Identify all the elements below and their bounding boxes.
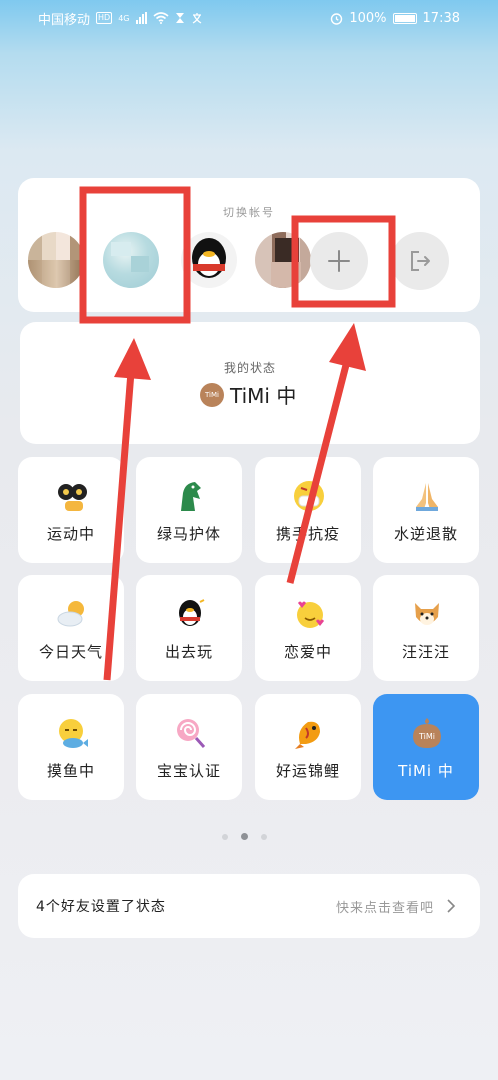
wifi-icon: [152, 12, 169, 24]
status-option-tile[interactable]: 好运锦鲤: [255, 694, 361, 800]
status-option-label: 水逆退散: [393, 525, 458, 543]
logout-icon: [411, 251, 430, 271]
status-option-tile[interactable]: 水逆退散: [373, 457, 479, 563]
timi-icon: TiMi: [410, 716, 444, 750]
status-option-label: 汪汪汪: [401, 643, 450, 661]
page-indicator: [222, 833, 267, 840]
status-option-label: 今日天气: [38, 643, 103, 661]
status-option-label: 携手抗疫: [275, 525, 340, 543]
fish-face-icon: [55, 716, 89, 750]
status-option-tile[interactable]: 携手抗疫: [255, 457, 361, 563]
my-status-value[interactable]: TiMi TiMi 中: [200, 380, 296, 409]
status-option-tile[interactable]: 宝宝认证: [136, 694, 242, 800]
status-bar: 中国移动 HD 4G 100% 17:38: [0, 0, 498, 36]
sport-icon: [55, 479, 89, 513]
status-option-tile[interactable]: 今日天气: [18, 575, 124, 681]
status-option-label: 摸鱼中: [46, 762, 95, 780]
penguin-icon: [173, 597, 207, 631]
alarm-icon: [331, 12, 343, 25]
praying-hands-icon: [410, 479, 444, 513]
status-option-tile[interactable]: 恋爱中: [255, 575, 361, 681]
friends-status-card[interactable]: 4个好友设置了状态 快来点击查看吧: [18, 874, 480, 938]
carrier-name: 中国移动: [38, 12, 91, 28]
account-switch-title: 切换帐号: [223, 206, 275, 219]
timi-badge-icon: TiMi: [200, 382, 224, 407]
status-option-label: 宝宝认证: [156, 762, 221, 780]
status-option-tile[interactable]: 摸鱼中: [18, 694, 124, 800]
status-option-label: 绿马护体: [156, 525, 221, 543]
mask-icon: [292, 479, 326, 513]
hd-badge: HD: [96, 12, 113, 24]
status-option-label: 恋爱中: [283, 643, 332, 661]
status-option-label: TiMi 中: [398, 762, 454, 780]
account-avatar-3[interactable]: [181, 232, 237, 288]
koi-icon: [292, 716, 326, 750]
dog-icon: [410, 597, 444, 631]
battery-percent: 100%: [349, 10, 387, 26]
translate-icon: [192, 13, 201, 24]
page-dot-3[interactable]: [261, 833, 267, 840]
status-option-label: 出去玩: [164, 643, 213, 661]
green-horse-icon: [173, 479, 207, 513]
page-dot-2[interactable]: [241, 833, 248, 840]
add-account-button[interactable]: [310, 232, 368, 290]
page-dot-1[interactable]: [222, 833, 228, 840]
account-avatar-2[interactable]: [103, 232, 159, 288]
hourglass-icon: [175, 13, 184, 23]
svg-text:TiMi: TiMi: [418, 732, 435, 741]
status-option-label: 运动中: [46, 525, 95, 543]
status-option-tile[interactable]: 出去玩: [136, 575, 242, 681]
chevron-right-icon: [447, 899, 456, 913]
account-avatar-4[interactable]: [255, 232, 311, 288]
account-avatar-1[interactable]: [28, 232, 84, 288]
my-status-title: 我的状态: [223, 361, 276, 375]
status-option-tile[interactable]: 汪汪汪: [373, 575, 479, 681]
network-type: 4G: [118, 13, 130, 23]
logout-button[interactable]: [391, 232, 449, 290]
battery-icon: [392, 12, 417, 24]
friends-status-text: 4个好友设置了状态: [36, 899, 166, 915]
plus-icon: [328, 250, 350, 272]
lollipop-icon: [173, 716, 207, 750]
status-option-tile[interactable]: 运动中: [18, 457, 124, 563]
signal-icon: [135, 12, 147, 24]
status-option-label: 好运锦鲤: [275, 762, 340, 780]
my-status-text: TiMi 中: [230, 384, 297, 408]
clock-time: 17:38: [422, 10, 460, 26]
status-option-tile[interactable]: TiMi TiMi 中: [373, 694, 479, 800]
status-option-tile[interactable]: 绿马护体: [136, 457, 242, 563]
in-love-icon: [292, 597, 326, 631]
friends-view-link[interactable]: 快来点击查看吧: [336, 897, 434, 916]
weather-icon: [55, 597, 89, 631]
